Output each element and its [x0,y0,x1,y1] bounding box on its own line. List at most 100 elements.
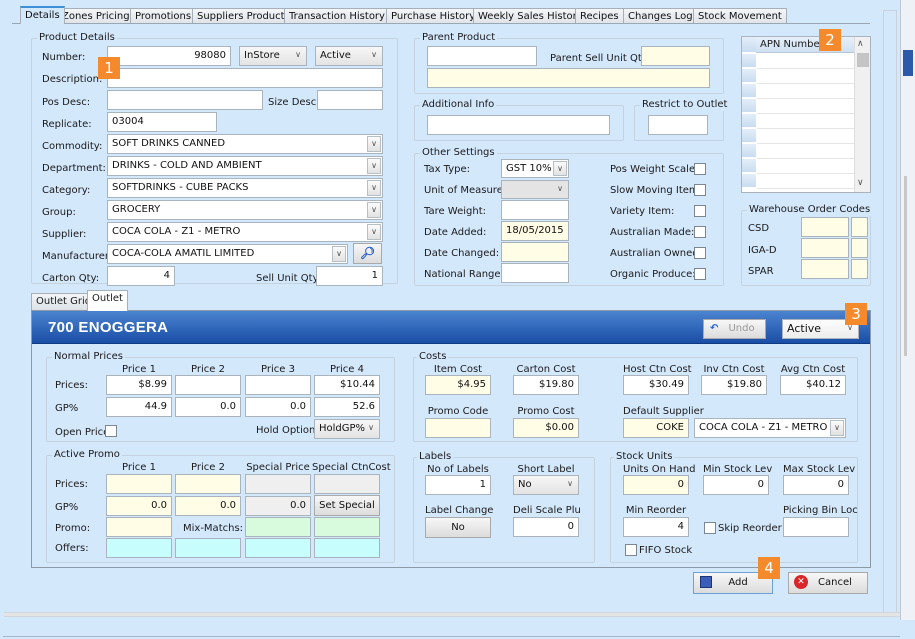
size-desc-field[interactable] [317,90,383,110]
warehouse-iga-d-code-field[interactable] [801,238,849,258]
normal-price-3-field[interactable] [245,375,311,395]
number-field[interactable]: 98080 [107,46,231,66]
scroll-up-icon[interactable]: ∧ [857,39,864,49]
tab-suppliers-products[interactable]: Suppliers Products [192,8,295,24]
normal-gp-4-field[interactable]: 52.6 [314,397,380,417]
tab-changes-log[interactable]: Changes Log [623,8,698,24]
set-special-button[interactable]: Set Special [314,495,380,516]
promo-gp-1-field[interactable]: 0.0 [106,496,172,516]
apn-row-header[interactable] [742,69,756,83]
scroll-down-icon[interactable]: ∨ [857,178,864,188]
max-stock-lev-field[interactable]: 0 [783,475,849,495]
australian-owned-checkbox[interactable] [694,247,706,259]
apn-row[interactable] [757,114,855,129]
apn-row[interactable] [757,174,855,189]
open-price-checkbox[interactable] [105,425,117,437]
apn-row[interactable] [757,144,855,159]
additional-info-field[interactable] [427,115,610,135]
apn-row-header[interactable] [742,114,756,128]
australian-made-checkbox[interactable] [694,226,706,238]
hold-option-select[interactable]: HoldGP% ∨ [314,419,380,439]
tab-transaction-history[interactable]: Transaction History [284,8,390,24]
apn-row-header[interactable] [742,144,756,158]
apn-scroll-thumb[interactable] [857,53,869,67]
warehouse-spar-code-field[interactable] [801,259,849,279]
group-select[interactable]: GROCERY ∨ [107,200,383,220]
description-field[interactable] [107,68,383,88]
apn-row[interactable] [757,69,855,84]
normal-price-1-field[interactable]: $8.99 [106,375,172,395]
apn-row-header[interactable] [742,99,756,113]
slow-moving-item-checkbox[interactable] [694,184,706,196]
undo-button[interactable]: ↶ Undo [703,319,766,339]
short-label-select[interactable]: No ∨ [513,475,579,495]
normal-price-2-field[interactable] [175,375,241,395]
commodity-select[interactable]: SOFT DRINKS CANNED ∨ [107,134,383,154]
tab-weekly-sales-history[interactable]: Weekly Sales History [473,8,588,24]
tax-type-select[interactable]: GST 10% ∨ [501,159,569,178]
tab-recipes[interactable]: Recipes [575,8,624,24]
min-reorder-field[interactable]: 4 [623,517,689,537]
offer-1-field[interactable] [106,538,172,558]
cancel-button[interactable]: ✕ Cancel [788,572,868,594]
apn-scrollbar[interactable]: ∧ ∨ [854,37,870,192]
carton-qty-field[interactable]: 4 [107,266,175,286]
tare-weight-field[interactable] [501,200,569,220]
pos-desc-field[interactable] [107,90,263,110]
unit-of-measure-select[interactable]: ∨ [501,180,569,199]
warehouse-csd-extra-field[interactable] [851,217,868,237]
apn-row-header[interactable] [742,129,756,143]
apn-row[interactable] [757,159,855,174]
warehouse-csd-code-field[interactable] [801,217,849,237]
fifo-stock-checkbox[interactable] [625,544,637,556]
warehouse-spar-extra-field[interactable] [851,259,868,279]
min-stock-lev-field[interactable]: 0 [703,475,769,495]
promo-price-2-field[interactable] [175,474,241,494]
carton-cost-field[interactable]: $19.80 [513,375,579,395]
no-of-labels-field[interactable]: 1 [425,475,491,495]
national-range-field[interactable] [501,263,569,283]
offer-3-field[interactable] [245,538,311,558]
manufacturer-select[interactable]: COCA-COLA AMATIL LIMITED ∨ [107,244,348,264]
apn-numbers-grid[interactable]: APN Numbers ∧ ∨ [741,36,871,193]
promo-price-1-field[interactable] [106,474,172,494]
organic-produce-checkbox[interactable] [694,268,706,280]
apn-row-header[interactable] [742,54,756,68]
normal-gp-1-field[interactable]: 44.9 [106,397,172,417]
tab-details[interactable]: Details [20,6,65,24]
restrict-to-outlet-field[interactable] [648,115,708,135]
normal-gp-3-field[interactable]: 0.0 [245,397,311,417]
label-change-button[interactable]: No [425,517,491,538]
skip-reorder-checkbox[interactable] [704,522,716,534]
offer-2-field[interactable] [175,538,241,558]
promo-gp-2-field[interactable]: 0.0 [175,496,241,516]
normal-price-4-field[interactable]: $10.44 [314,375,380,395]
subtab-outlet[interactable]: Outlet [87,290,128,311]
deli-scale-plu-field[interactable]: 0 [513,517,579,537]
warehouse-iga-d-extra-field[interactable] [851,238,868,258]
tab-purchase-history[interactable]: Purchase History [386,8,481,24]
apn-row[interactable] [757,129,855,144]
tab-zones-pricing[interactable]: Zones Pricing [57,8,135,24]
supplier-select[interactable]: COCA COLA - Z1 - METRO ∨ [107,222,383,242]
pos-weight-scales-checkbox[interactable] [694,163,706,175]
department-select[interactable]: DRINKS - COLD AND AMBIENT ∨ [107,156,383,176]
normal-gp-2-field[interactable]: 0.0 [175,397,241,417]
variety-item-checkbox[interactable] [694,205,706,217]
manufacturer-search-button[interactable]: 🔎︎ [353,243,382,264]
apn-row[interactable] [757,99,855,114]
mix-match-1-field[interactable] [245,517,311,537]
status-select[interactable]: Active ∨ [315,46,383,66]
apn-row[interactable] [757,84,855,99]
offer-4-field[interactable] [314,538,380,558]
tab-promotions[interactable]: Promotions [130,8,197,24]
picking-bin-loc-field[interactable] [783,517,849,537]
apn-row-header[interactable] [742,159,756,173]
parent-sell-unit-qty-field[interactable] [641,46,710,66]
apn-row-header[interactable] [742,84,756,98]
apn-row-header[interactable] [742,174,756,188]
mix-match-2-field[interactable] [314,517,380,537]
scrollbar-thumb[interactable] [903,50,913,76]
replicate-field[interactable]: 03004 [107,112,217,132]
apn-row[interactable] [757,54,855,69]
